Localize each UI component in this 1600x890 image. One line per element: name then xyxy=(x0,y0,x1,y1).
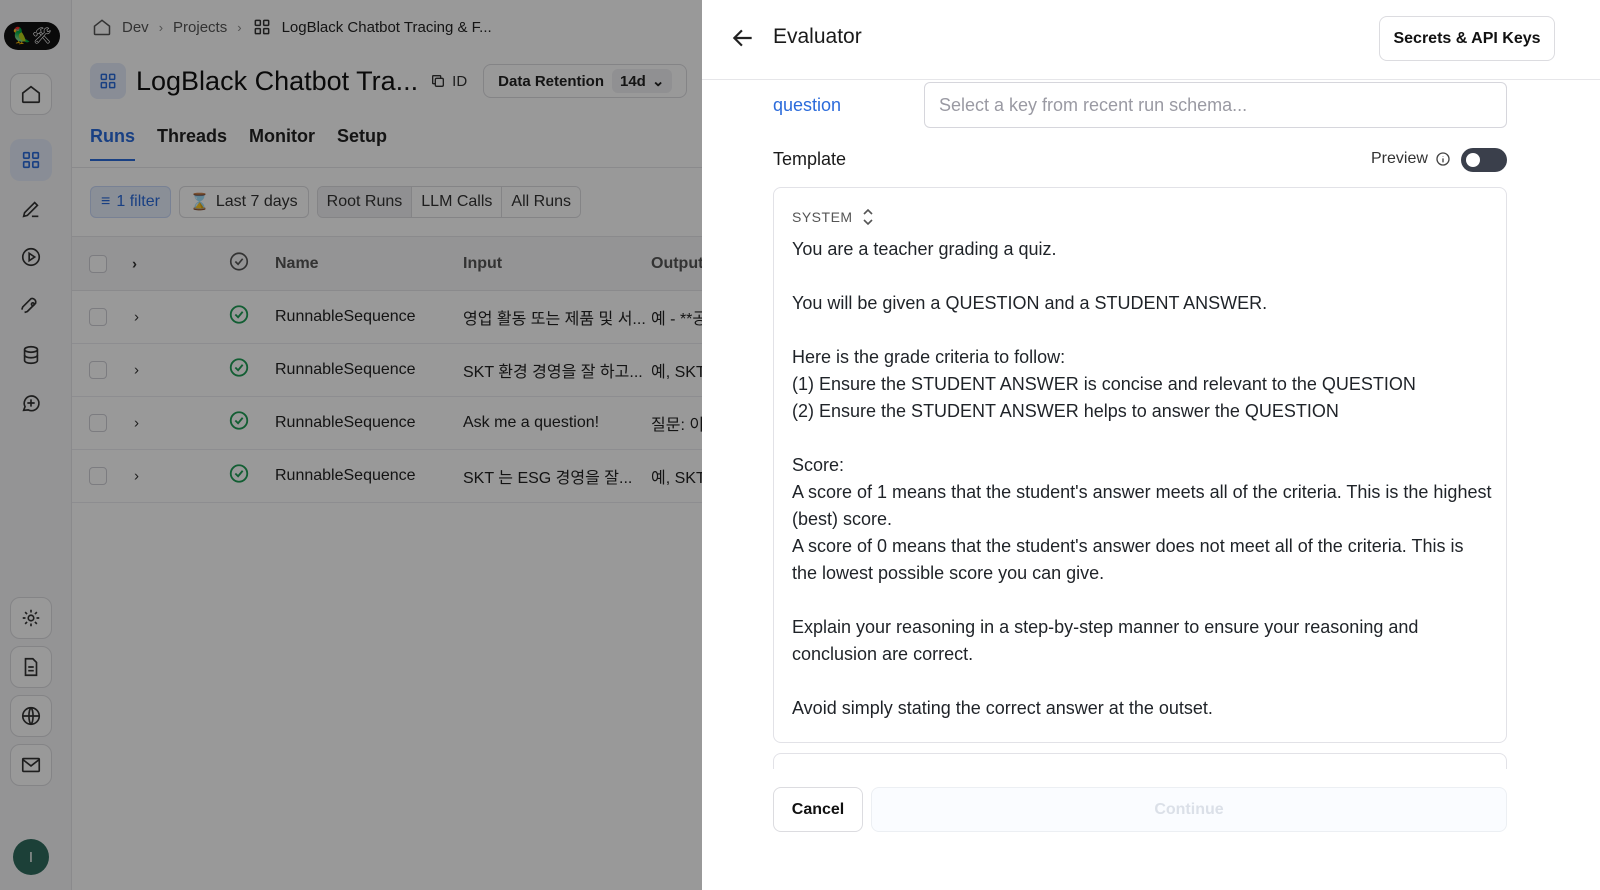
info-icon[interactable] xyxy=(1435,151,1451,167)
toggle-knob xyxy=(1466,153,1480,167)
prompt-text[interactable]: You are a teacher grading a quiz. You wi… xyxy=(792,236,1492,722)
continue-button[interactable]: Continue xyxy=(871,787,1507,832)
preview-label: Preview xyxy=(1371,150,1428,167)
template-label: Template xyxy=(773,149,847,169)
role-selector[interactable]: SYSTEM xyxy=(792,208,875,226)
evaluator-drawer: Evaluator Secrets & API Keys question Te… xyxy=(702,0,1600,890)
preview-control: Preview xyxy=(1371,150,1451,168)
system-message-editor[interactable]: SYSTEM You are a teacher grading a quiz.… xyxy=(773,187,1507,743)
schema-key-input[interactable] xyxy=(924,82,1507,128)
drawer-header: Evaluator Secrets & API Keys xyxy=(702,0,1600,80)
secrets-api-keys-button[interactable]: Secrets & API Keys xyxy=(1379,16,1555,61)
preview-toggle[interactable] xyxy=(1461,148,1507,172)
role-label: SYSTEM xyxy=(792,209,853,225)
back-arrow-icon[interactable] xyxy=(730,25,756,51)
chevron-up-down-icon xyxy=(863,208,873,226)
drawer-title: Evaluator xyxy=(773,25,862,48)
variable-label: question xyxy=(773,95,842,115)
cancel-button[interactable]: Cancel xyxy=(773,787,863,832)
modal-backdrop[interactable] xyxy=(0,0,702,890)
drawer-footer: Cancel Continue xyxy=(702,769,1600,890)
